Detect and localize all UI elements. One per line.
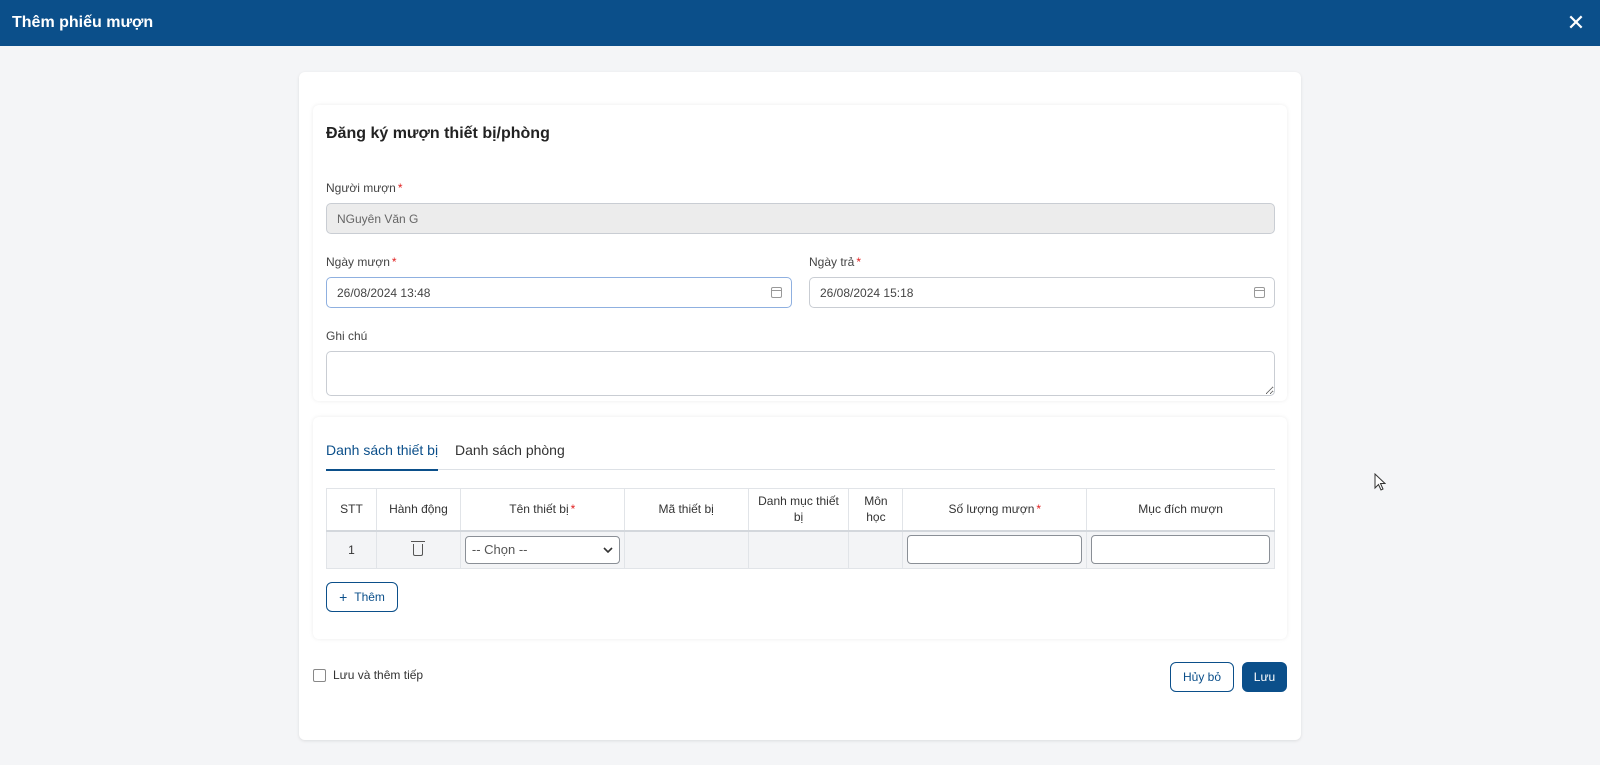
col-stt: STT	[326, 488, 377, 531]
row-device-code	[623, 530, 749, 569]
required-mark: *	[1036, 502, 1042, 517]
col-device-category: Danh mục thiết bị	[747, 488, 850, 531]
quantity-input[interactable]	[907, 535, 1083, 565]
required-mark: *	[856, 255, 862, 269]
row-action	[375, 530, 461, 569]
borrow-date-input[interactable]: 26/08/2024 13:48	[326, 277, 792, 308]
purpose-input[interactable]	[1091, 535, 1270, 565]
tab-room-list[interactable]: Danh sách phòng	[455, 442, 565, 469]
col-quantity: Số lượng mượn *	[902, 488, 1088, 531]
col-subject: Môn học	[848, 488, 904, 531]
col-action: Hành động	[375, 488, 461, 531]
chevron-down-icon	[603, 547, 613, 553]
borrower-label: Người mượn *	[326, 181, 403, 195]
plus-icon: +	[339, 589, 348, 605]
row-subject	[848, 530, 904, 569]
add-row-button[interactable]: + Thêm	[326, 582, 398, 612]
form-container: Đăng ký mượn thiết bị/phòng Người mượn * …	[299, 72, 1301, 740]
row-device-name: -- Chọn --	[459, 530, 625, 569]
close-icon[interactable]: ✕	[1564, 11, 1588, 35]
modal-title: Thêm phiếu mượn	[12, 14, 154, 31]
borrow-date-value: 26/08/2024 13:48	[337, 285, 431, 300]
tab-device-list[interactable]: Danh sách thiết bị	[326, 442, 439, 471]
save-and-continue-label: Lưu và thêm tiếp	[333, 668, 424, 682]
section-title: Đăng ký mượn thiết bị/phòng	[326, 125, 550, 142]
row-device-category	[747, 530, 850, 569]
col-device-name: Tên thiết bị *	[459, 488, 625, 531]
return-date-label: Ngày trả *	[809, 255, 862, 269]
mouse-cursor-icon	[1374, 473, 1386, 491]
row-quantity	[902, 530, 1088, 569]
required-mark: *	[570, 502, 576, 517]
borrower-field: NGuyên Văn G	[326, 203, 1275, 234]
calendar-icon[interactable]	[1254, 287, 1265, 298]
save-and-continue-checkbox[interactable]	[313, 668, 326, 682]
col-device-code: Mã thiết bị	[623, 488, 749, 531]
required-mark: *	[397, 181, 403, 195]
device-select-value: -- Chọn --	[471, 542, 528, 558]
return-date-input[interactable]: 26/08/2024 15:18	[809, 277, 1275, 308]
table-row: 1 -- Chọn --	[326, 530, 1275, 569]
borrow-date-label: Ngày mượn *	[326, 255, 397, 269]
device-table: STT Hành động Tên thiết bị * Mã thiết bị …	[326, 488, 1275, 569]
save-and-continue[interactable]: Lưu và thêm tiếp	[313, 668, 423, 682]
return-date-value: 26/08/2024 15:18	[820, 285, 914, 300]
cancel-button[interactable]: Hủy bỏ	[1170, 662, 1234, 692]
note-label: Ghi chú	[326, 329, 368, 343]
required-mark: *	[391, 255, 397, 269]
row-purpose	[1086, 530, 1275, 569]
save-button[interactable]: Lưu	[1242, 662, 1287, 692]
trash-icon[interactable]	[411, 540, 426, 556]
tab-bar: Danh sách thiết bị Danh sách phòng	[326, 438, 1275, 471]
col-purpose: Mục đích mượn	[1086, 488, 1275, 531]
registration-card: Đăng ký mượn thiết bị/phòng Người mượn * …	[313, 105, 1287, 401]
modal-header: Thêm phiếu mượn ✕	[0, 0, 1600, 46]
device-select[interactable]: -- Chọn --	[464, 535, 620, 564]
row-stt: 1	[326, 530, 377, 569]
items-card: Danh sách thiết bị Danh sách phòng STT H…	[313, 417, 1287, 639]
note-textarea[interactable]	[326, 351, 1275, 396]
calendar-icon[interactable]	[771, 287, 782, 298]
table-header-row: STT Hành động Tên thiết bị * Mã thiết bị …	[326, 488, 1275, 531]
add-row-label: Thêm	[354, 590, 385, 604]
